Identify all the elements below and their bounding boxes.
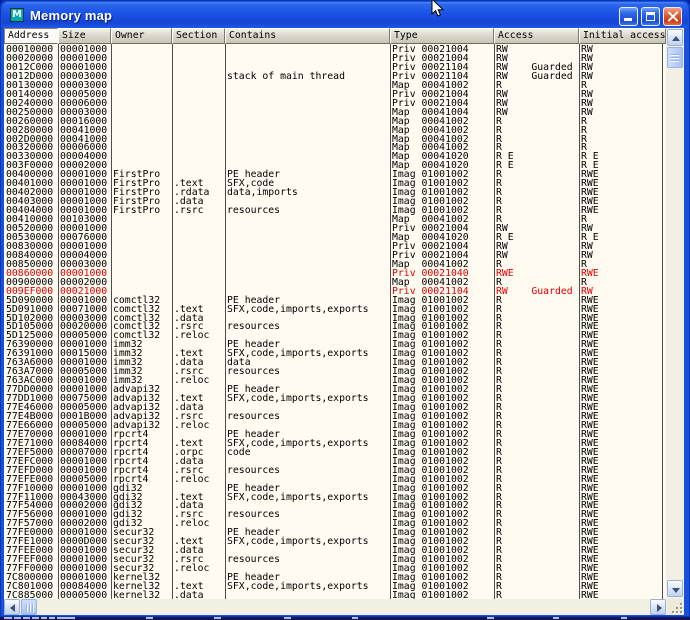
cell-access: R bbox=[496, 591, 502, 599]
maximize-icon bbox=[646, 12, 655, 21]
resize-grip-icon[interactable] bbox=[680, 611, 682, 613]
cell-section: .reloc bbox=[174, 475, 209, 484]
close-button[interactable] bbox=[663, 7, 682, 26]
cell-section: .reloc bbox=[174, 519, 209, 528]
column-header-address[interactable]: Address bbox=[4, 28, 58, 44]
column-header-access[interactable]: Access bbox=[494, 28, 579, 44]
cell-access: RW Guarded bbox=[496, 72, 573, 81]
maximize-button[interactable] bbox=[641, 7, 660, 26]
memory-map-table[interactable]: 0001000000001000Priv 00021004RWRW0002000… bbox=[4, 44, 666, 599]
table-row[interactable]: 7C885000 00005000 kernel32 .data Imag 010010… bbox=[4, 591, 666, 599]
memory-map-window-stage: M Memory map Address Size Owner Section … bbox=[0, 0, 690, 620]
arrow-left-icon bbox=[10, 604, 15, 612]
column-header-owner[interactable]: Owner bbox=[111, 28, 172, 44]
window-title: Memory map bbox=[30, 7, 112, 24]
minimize-button[interactable] bbox=[619, 7, 638, 26]
scrollbar-corner bbox=[667, 599, 684, 615]
cell-contains: data,imports bbox=[227, 188, 298, 197]
column-header-size[interactable]: Size bbox=[58, 28, 111, 44]
thumb-grip bbox=[26, 604, 34, 612]
cell-owner: kernel32 bbox=[113, 591, 160, 599]
cell-section: .data bbox=[174, 591, 204, 599]
cell-addr: 7C885000 bbox=[6, 591, 53, 599]
column-header-contains[interactable]: Contains bbox=[225, 28, 390, 44]
arrow-down-icon bbox=[672, 588, 680, 593]
cell-initial: RWE bbox=[581, 591, 599, 599]
scroll-down-button[interactable] bbox=[667, 580, 683, 597]
vertical-scrollbar-thumb[interactable] bbox=[667, 47, 683, 68]
cell-type: Imag 01001002 bbox=[392, 591, 469, 599]
cell-section: .reloc bbox=[174, 376, 209, 385]
cell-contains: resources bbox=[227, 367, 280, 376]
cell-contains: SFX,code,imports,exports bbox=[227, 493, 369, 502]
column-header-section[interactable]: Section bbox=[172, 28, 225, 44]
horizontal-scrollbar-thumb[interactable] bbox=[21, 599, 37, 615]
mouse-cursor-icon bbox=[431, 0, 445, 19]
cell-contains: SFX,code,imports,exports bbox=[227, 582, 369, 591]
cell-contains: resources bbox=[227, 322, 280, 331]
cell-contains: SFX,code,imports,exports bbox=[227, 537, 369, 546]
cell-section: .rsrc bbox=[174, 206, 204, 215]
scroll-left-button[interactable] bbox=[4, 599, 20, 615]
cell-access: RW Guarded bbox=[496, 287, 573, 296]
cell-section: .reloc bbox=[174, 421, 209, 430]
cell-contains: resources bbox=[227, 510, 280, 519]
thumb-grip bbox=[671, 54, 679, 62]
cell-contains: resources bbox=[227, 555, 280, 564]
cell-contains: SFX,code,imports,exports bbox=[227, 305, 369, 314]
cell-contains: resources bbox=[227, 412, 280, 421]
scroll-right-button[interactable] bbox=[650, 599, 666, 615]
scroll-up-button[interactable] bbox=[667, 29, 683, 46]
arrow-right-icon bbox=[657, 604, 662, 612]
cell-contains: resources bbox=[227, 206, 280, 215]
memory-map-client-area: Address Size Owner Section Contains Type… bbox=[4, 28, 684, 615]
column-header-initial-access[interactable]: Initial access bbox=[579, 28, 666, 44]
cell-contains: resources bbox=[227, 466, 280, 475]
cell-contains: SFX,code,imports,exports bbox=[227, 394, 369, 403]
cell-section: .reloc bbox=[174, 331, 209, 340]
cell-owner: FirstPro bbox=[113, 206, 160, 215]
cell-contains: code bbox=[227, 448, 251, 457]
horizontal-scrollbar[interactable] bbox=[4, 599, 666, 615]
vertical-scrollbar[interactable] bbox=[667, 28, 684, 599]
title-bar[interactable]: M Memory map bbox=[2, 2, 688, 28]
cell-size: 00005000 bbox=[60, 591, 107, 599]
memory-map-window: M Memory map Address Size Owner Section … bbox=[0, 0, 690, 617]
minimize-icon bbox=[624, 18, 632, 21]
memory-map-icon: M bbox=[10, 8, 24, 22]
column-header-type[interactable]: Type bbox=[390, 28, 494, 44]
cell-section: .reloc bbox=[174, 564, 209, 573]
cell-contains: stack of main thread bbox=[227, 72, 345, 81]
close-icon bbox=[667, 11, 678, 22]
column-header-row: Address Size Owner Section Contains Type… bbox=[4, 28, 666, 44]
arrow-up-icon bbox=[672, 36, 680, 41]
